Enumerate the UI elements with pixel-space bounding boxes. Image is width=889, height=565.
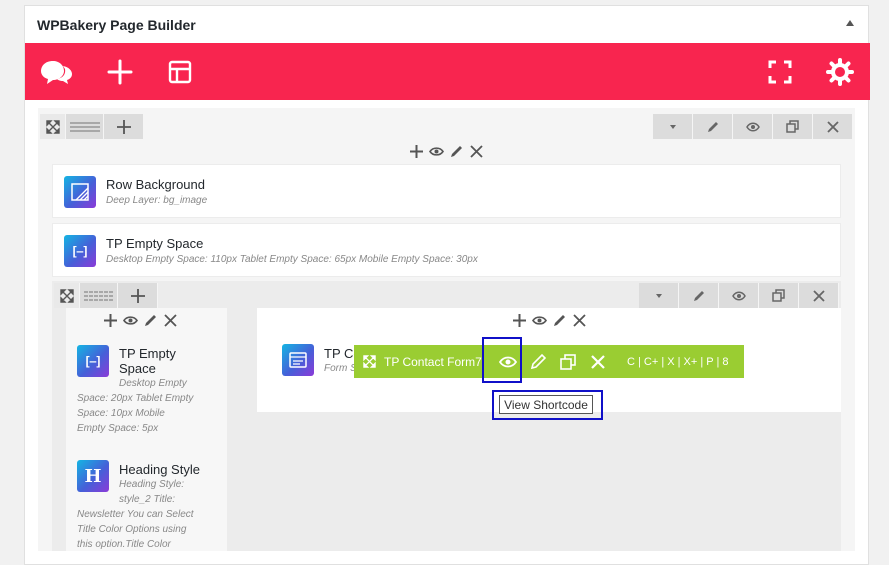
- pencil-icon[interactable]: [142, 312, 159, 329]
- element-name-label: TP Contact Form7: [384, 354, 482, 369]
- collapse-arrow-icon[interactable]: [846, 20, 854, 26]
- col-empty-title-1: TP Empty: [119, 346, 176, 361]
- row-left-controls: [40, 114, 144, 139]
- inner-clone-icon[interactable]: [759, 283, 799, 308]
- delete-row-icon[interactable]: [813, 114, 853, 139]
- delete-element-icon[interactable]: [583, 345, 613, 378]
- col-empty-sub-1: Space: 20px Tablet Empty: [77, 393, 194, 404]
- panel-title: WPBakery Page Builder: [37, 17, 196, 33]
- pencil-icon[interactable]: [448, 143, 465, 160]
- edit-row-icon[interactable]: [693, 114, 733, 139]
- element-hover-toolbar: TP Contact Form7 C | C+ | X | X+ | P | 8: [354, 345, 744, 378]
- add-icon[interactable]: [408, 143, 425, 160]
- view-row-icon[interactable]: [733, 114, 773, 139]
- heading-sub-0: Heading Style:: [119, 479, 185, 490]
- element-subtitle: Desktop Empty Space: 110px Tablet Empty …: [106, 254, 478, 265]
- move-element-icon[interactable]: [354, 345, 384, 378]
- close-icon[interactable]: [162, 312, 179, 329]
- panel-header[interactable]: WPBakery Page Builder: [25, 6, 868, 43]
- heading-sub-4: this option.Title Color: [77, 539, 171, 550]
- element-title: Row Background: [106, 177, 205, 192]
- templates-icon[interactable]: [163, 55, 197, 89]
- close-icon[interactable]: [571, 312, 588, 329]
- row-dropdown-icon[interactable]: [653, 114, 693, 139]
- inner-delete-icon[interactable]: [799, 283, 839, 308]
- eye-icon[interactable]: [531, 312, 548, 329]
- inner-row-layout-icon[interactable]: [80, 283, 118, 308]
- eye-icon[interactable]: [122, 312, 139, 329]
- left-column-controls: [102, 312, 179, 329]
- inner-dropdown-icon[interactable]: [639, 283, 679, 308]
- close-icon[interactable]: [468, 143, 485, 160]
- eye-button-highlight: [482, 337, 522, 383]
- add-column-icon[interactable]: [104, 114, 144, 139]
- eye-icon[interactable]: [428, 143, 445, 160]
- clone-row-icon[interactable]: [773, 114, 813, 139]
- empty-space-icon: [‒]: [64, 235, 96, 267]
- add-icon[interactable]: [102, 312, 119, 329]
- add-icon[interactable]: [511, 312, 528, 329]
- settings-icon[interactable]: [823, 55, 857, 89]
- fullscreen-icon[interactable]: [763, 55, 797, 89]
- inner-add-column-icon[interactable]: [118, 283, 158, 308]
- heading-sub-1: style_2 Title:: [119, 494, 176, 505]
- heading-sub-2: Newsletter You can Select: [77, 509, 194, 520]
- inner-row-right-controls: [639, 283, 839, 308]
- edit-element-icon[interactable]: [523, 345, 553, 378]
- row-right-controls: [653, 114, 853, 139]
- row-background-icon: [64, 176, 96, 208]
- tp-empty-space-element[interactable]: [‒] TP Empty Space Desktop Empty Space: …: [52, 223, 841, 277]
- clone-element-icon[interactable]: [553, 345, 583, 378]
- col-empty-title-2: Space: [119, 361, 156, 376]
- inner-row-left-controls: [54, 283, 158, 308]
- add-element-icon[interactable]: [103, 55, 137, 89]
- element-subtitle: Deep Layer: bg_image: [106, 195, 208, 206]
- heading-icon: H: [77, 460, 109, 492]
- column-controls: [408, 143, 485, 160]
- element-title: TP Empty Space: [106, 236, 204, 251]
- view-shortcode-tooltip: View Shortcode: [499, 395, 593, 414]
- col-empty-sub-2: Space: 10px Mobile: [77, 408, 165, 419]
- inner-edit-icon[interactable]: [679, 283, 719, 308]
- contact-form-sub: Form S: [324, 363, 357, 374]
- heading-style-title: Heading Style: [119, 462, 200, 477]
- logo-icon[interactable]: [39, 55, 73, 89]
- right-column-controls: [511, 312, 588, 329]
- row-background-element[interactable]: Row Background Deep Layer: bg_image: [52, 164, 841, 218]
- move-row-icon[interactable]: [40, 114, 66, 139]
- inner-view-icon[interactable]: [719, 283, 759, 308]
- element-shortcuts-label: C | C+ | X | X+ | P | 8: [627, 355, 729, 368]
- pencil-icon[interactable]: [551, 312, 568, 329]
- move-inner-row-icon[interactable]: [54, 283, 80, 308]
- row-layout-icon[interactable]: [66, 114, 104, 139]
- heading-sub-3: Title Color Options using: [77, 524, 187, 535]
- empty-space-icon: [‒]: [77, 345, 109, 377]
- col-empty-sub-3: Empty Space: 5px: [77, 423, 159, 434]
- builder-toolbar: [25, 43, 870, 100]
- contact-form-icon: [282, 344, 314, 376]
- col-empty-sub-0: Desktop Empty: [119, 378, 187, 389]
